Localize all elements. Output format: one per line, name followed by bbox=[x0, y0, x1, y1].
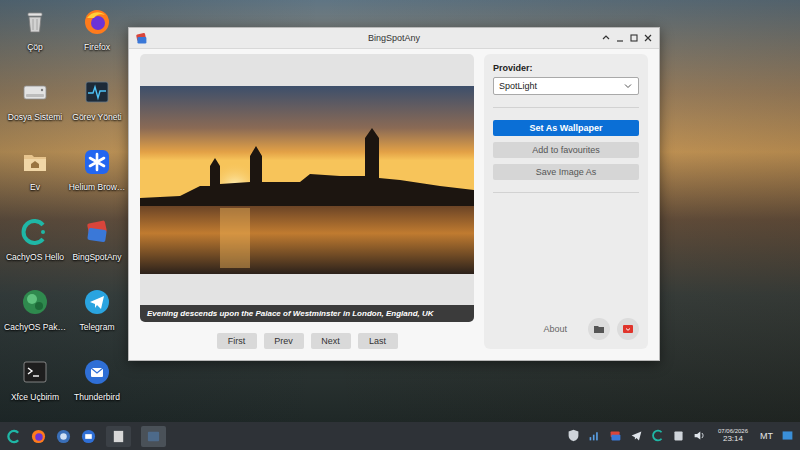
desktop-icon-label: Ev bbox=[30, 182, 40, 192]
show-desktop-icon[interactable] bbox=[781, 429, 794, 442]
title-bar[interactable]: BingSpotAny bbox=[129, 28, 659, 49]
sidebar: Provider: SpotLight Set As Wallpaper Add to… bbox=[484, 54, 648, 349]
desktop-icon[interactable]: Thunderbird bbox=[66, 358, 128, 428]
home-icon bbox=[21, 148, 49, 176]
desktop-icon[interactable]: Ev bbox=[4, 148, 66, 218]
desktop-icon-label: Çöp bbox=[27, 42, 43, 52]
action-button[interactable]: Save Image As bbox=[493, 164, 639, 180]
app-window: BingSpotAny Evening descends upon the Pal… bbox=[128, 27, 660, 361]
disk-icon bbox=[21, 78, 49, 106]
desktop-icon-label: BingSpotAny bbox=[72, 252, 121, 262]
network-icon[interactable] bbox=[588, 429, 601, 442]
minimize-icon[interactable] bbox=[615, 33, 625, 43]
provider-select[interactable]: SpotLight bbox=[493, 77, 639, 95]
firefox-icon[interactable] bbox=[31, 429, 46, 444]
cachy-tray-icon[interactable] bbox=[651, 429, 664, 442]
desktop-icon[interactable]: Dosya Sistemi bbox=[4, 78, 66, 148]
helium-icon bbox=[83, 148, 111, 176]
desktop-icon-label: Telegram bbox=[80, 322, 115, 332]
nav-first-button[interactable]: First bbox=[217, 333, 257, 349]
date: 07/06/2026 bbox=[718, 428, 748, 435]
about-link[interactable]: About bbox=[543, 324, 567, 334]
thunderbird-icon[interactable] bbox=[81, 429, 96, 444]
preview-photo bbox=[140, 86, 474, 274]
document-icon bbox=[111, 429, 126, 444]
task-window-button[interactable] bbox=[106, 426, 131, 447]
monitor-icon bbox=[83, 78, 111, 106]
desktop-icon-label: CachyOS Hello bbox=[6, 252, 64, 262]
desktop-icon-label: Firefox bbox=[84, 42, 110, 52]
desktop-icon[interactable]: CachyOS Hello bbox=[4, 218, 66, 288]
action-button[interactable]: Set As Wallpaper bbox=[493, 120, 639, 136]
open-folder-button[interactable] bbox=[588, 318, 610, 340]
browser-icon[interactable] bbox=[56, 429, 71, 444]
action-button[interactable]: Add to favourites bbox=[493, 142, 639, 158]
navigation-bar: First Prev Next Last bbox=[140, 333, 474, 349]
desktop-icon-label: Görev Yöneti bbox=[72, 112, 121, 122]
cachy-icon bbox=[21, 218, 49, 246]
image-preview: Evening descends upon the Palace of West… bbox=[140, 54, 474, 322]
desktop-icon-label: Dosya Sistemi bbox=[8, 112, 62, 122]
keep-above-icon[interactable] bbox=[601, 33, 611, 43]
thunderbird-icon bbox=[83, 358, 111, 386]
folder-icon bbox=[593, 323, 605, 335]
app-logo-icon bbox=[135, 32, 148, 45]
favourites-icon bbox=[622, 323, 634, 335]
desktop-icon-label: Thunderbird bbox=[74, 392, 120, 402]
desktop-icon[interactable]: BingSpotAny bbox=[66, 218, 128, 288]
image-caption: Evening descends upon the Palace of West… bbox=[140, 305, 474, 322]
package-icon bbox=[21, 288, 49, 316]
volume-icon[interactable] bbox=[693, 429, 706, 442]
bingspotany-tray-icon[interactable] bbox=[609, 429, 622, 442]
nav-next-button[interactable]: Next bbox=[311, 333, 351, 349]
clock[interactable]: 07/06/202623:14 bbox=[714, 428, 752, 443]
separator bbox=[493, 107, 639, 108]
favourites-button[interactable] bbox=[617, 318, 639, 340]
task-window-button[interactable] bbox=[141, 426, 166, 447]
separator bbox=[493, 192, 639, 193]
close-icon[interactable] bbox=[643, 33, 653, 43]
chevron-down-icon bbox=[623, 81, 633, 91]
desktop-icon-label: Helium Brow… bbox=[69, 182, 126, 192]
terminal-icon bbox=[21, 358, 49, 386]
shield-icon[interactable] bbox=[567, 429, 580, 442]
nav-prev-button[interactable]: Prev bbox=[264, 333, 304, 349]
desktop-icon[interactable]: Çöp bbox=[4, 8, 66, 78]
provider-label: Provider: bbox=[493, 63, 639, 73]
desktop-icon[interactable]: Helium Brow… bbox=[66, 148, 128, 218]
telegram-tray-icon[interactable] bbox=[630, 429, 643, 442]
time: 23:14 bbox=[723, 435, 743, 444]
bing-icon bbox=[83, 218, 111, 246]
desktop-icon[interactable]: Telegram bbox=[66, 288, 128, 358]
desktop-icon[interactable]: Xfce Uçbirim bbox=[4, 358, 66, 428]
maximize-icon[interactable] bbox=[629, 33, 639, 43]
telegram-icon bbox=[83, 288, 111, 316]
desktop-icon-label: Xfce Uçbirim bbox=[11, 392, 59, 402]
desktop-icon[interactable]: CachyOS Pak… bbox=[4, 288, 66, 358]
taskbar: 07/06/202623:14 MT bbox=[0, 422, 800, 450]
nav-last-button[interactable]: Last bbox=[358, 333, 398, 349]
trash-icon bbox=[21, 8, 49, 36]
clipboard-icon[interactable] bbox=[672, 429, 685, 442]
desktop-icon[interactable]: Görev Yöneti bbox=[66, 78, 128, 148]
wallpaper: Çöp Firefox Dosya Sistemi Görev Yöneti Ev Hel… bbox=[0, 0, 800, 422]
window-icon bbox=[146, 429, 161, 444]
firefox-icon bbox=[83, 8, 111, 36]
desktop-icon[interactable]: Firefox bbox=[66, 8, 128, 78]
start-menu-icon[interactable] bbox=[6, 429, 21, 444]
keyboard-layout[interactable]: MT bbox=[760, 431, 773, 441]
window-title: BingSpotAny bbox=[205, 33, 583, 43]
desktop-icon-label: CachyOS Pak… bbox=[4, 322, 66, 332]
desktop: Çöp Firefox Dosya Sistemi Görev Yöneti Ev Hel… bbox=[0, 0, 800, 450]
